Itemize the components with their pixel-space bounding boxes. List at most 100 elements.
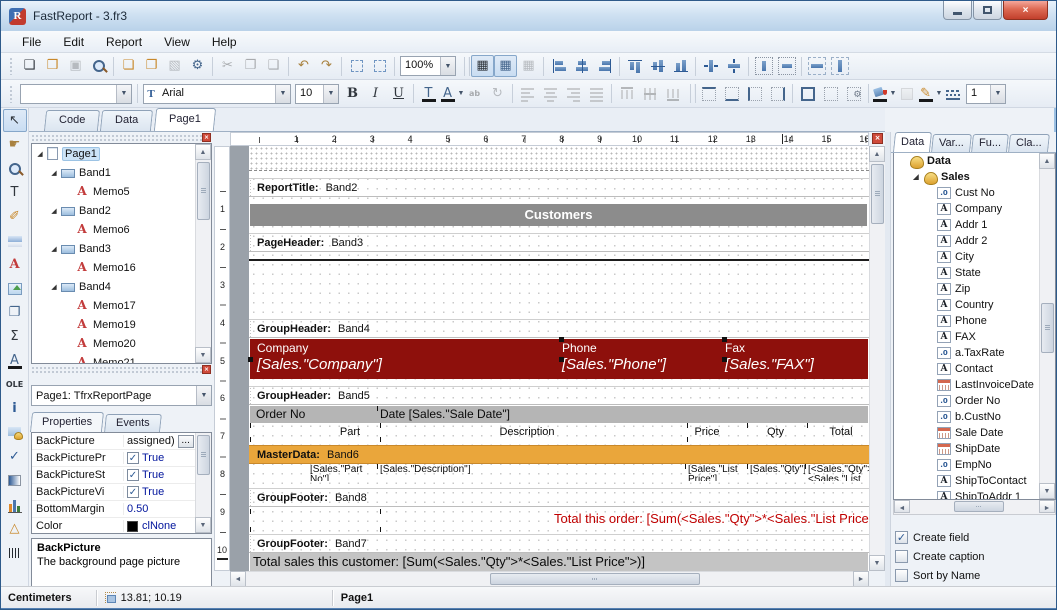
align-middles[interactable] [646,55,669,77]
line-width-select[interactable]: 1▼ [966,84,1006,104]
maximize-button[interactable] [973,1,1002,20]
tree-item-cust-no[interactable]: .0Cust No [894,185,1055,201]
menu-view[interactable]: View [153,32,201,52]
line-object[interactable] [249,259,869,261]
center-vertically-in-band[interactable] [775,55,798,77]
tree-item-addr-2[interactable]: AAddr 2 [894,233,1055,249]
data-tab-data[interactable]: Data [893,132,932,152]
tree-item-a-taxrate[interactable]: .0a.TaxRate [894,345,1055,361]
column-part-label[interactable]: Part [320,426,380,438]
design-vertical-scrollbar[interactable]: ▲ ▼ [869,146,885,571]
text-highlight[interactable]: A▼ [440,83,463,105]
tree-item-memo19[interactable]: AMemo19 [32,315,211,334]
shape-object[interactable]: △ [3,517,27,540]
menu-edit[interactable]: Edit [52,32,95,52]
scroll-thumb[interactable] [1041,303,1054,353]
align-centers[interactable] [570,55,593,77]
fill-color[interactable]: ▼ [872,83,895,105]
band-header-reporttitle[interactable]: ReportTitle: Band2 [249,178,869,197]
tree-item-order-no[interactable]: .0Order No [894,393,1055,409]
scroll-down-icon[interactable]: ▼ [869,555,885,571]
expand-icon[interactable]: ◢ [48,169,60,177]
richtext-object[interactable]: i [3,397,27,420]
data-tab-fu[interactable]: Fu... [971,134,1009,152]
tree-item-contact[interactable]: AContact [894,361,1055,377]
scroll-thumb[interactable] [954,501,1004,512]
new-report[interactable]: ❏ [18,55,41,77]
same-height[interactable] [828,55,851,77]
property-row-color[interactable]: ColorclNone [32,518,211,534]
checkbox-checked-icon[interactable]: ✓ [127,469,139,481]
tree-item-band1[interactable]: ◢Band1 [32,163,211,182]
tree-item-memo5[interactable]: AMemo5 [32,182,211,201]
panel-grip[interactable]: × [31,365,212,374]
frame-bottom[interactable] [720,83,743,105]
close-button[interactable]: × [1003,1,1048,20]
tree-item-lastinvoicedate[interactable]: LastInvoiceDate [894,377,1055,393]
property-row-backpicturest[interactable]: BackPictureSt✓True [32,467,211,484]
company-label-memo[interactable]: Company [257,341,308,355]
text-object[interactable]: A [3,253,27,276]
tree-item-company[interactable]: ACompany [894,201,1055,217]
band-header-groupfooter-customer[interactable]: GroupFooter: Band7 [249,534,869,553]
scroll-down-icon[interactable]: ▼ [1039,483,1055,499]
tab-code[interactable]: Code [44,110,101,131]
tree-item-sales[interactable]: ◢Sales [894,169,1055,185]
expand-icon[interactable]: ◢ [910,173,922,181]
frame-right[interactable] [766,83,789,105]
insert-band[interactable] [3,229,27,252]
ellipsis-button[interactable]: ... [178,435,194,448]
panel-close-icon[interactable]: × [202,365,211,374]
draw-object[interactable]: A [3,349,27,372]
data-tree-scrollbar[interactable]: ▲ ▼ [1039,153,1055,499]
tree-item-memo20[interactable]: AMemo20 [32,334,211,353]
band-header-groupheader-company[interactable]: GroupHeader: Band4 [249,319,869,338]
menu-help[interactable]: Help [201,32,248,52]
band-header-pageheader[interactable]: PageHeader: Band3 [249,233,869,252]
db-field-object[interactable] [3,421,27,444]
scroll-thumb[interactable] [490,573,700,585]
system-text-object[interactable]: Σ [3,325,27,348]
line-color[interactable]: ✎▼ [918,83,941,105]
property-row-backpicturevi[interactable]: BackPictureVi✓True [32,484,211,501]
chevron-down-icon[interactable]: ▼ [440,57,455,75]
tree-item-band4[interactable]: ◢Band4 [32,277,211,296]
preview-report[interactable] [87,55,110,77]
tree-item-b-custno[interactable]: .0b.CustNo [894,409,1055,425]
selection-handle[interactable] [559,357,564,362]
checkbox-object[interactable]: ✓ [3,445,27,468]
object-name-select[interactable]: ▼ [20,84,132,104]
text-edit-tool[interactable]: T [3,181,27,204]
data-tab-var[interactable]: Var... [931,134,972,152]
chevron-down-icon[interactable]: ▼ [275,85,290,103]
scroll-up-icon[interactable]: ▲ [195,144,211,160]
company-expr-memo[interactable]: [Sales."Company"] [257,356,382,373]
ungroup-objects[interactable] [368,55,391,77]
italic[interactable]: I [364,83,387,105]
scroll-up-icon[interactable]: ▲ [1039,153,1055,169]
frame-none[interactable] [819,83,842,105]
subreport-object[interactable]: ❐ [3,301,27,324]
price-expr-memo[interactable]: [Sales."List Price"] [688,465,746,481]
checkbox-unchecked-icon[interactable] [895,550,908,563]
option-sort-by-name[interactable]: Sort by Name [895,566,1054,585]
report-tree-scrollbar[interactable]: ▲ ▼ [195,144,211,363]
tree-item-state[interactable]: AState [894,265,1055,281]
property-row-backpicture[interactable]: BackPictureassigned)... [32,433,211,450]
font-name-select[interactable]: TArial▼ [143,84,291,104]
undo[interactable]: ↶ [292,55,315,77]
zoom-select[interactable]: 100%▼ [400,56,456,76]
new-dialog-page[interactable]: ❐ [140,55,163,77]
band-header-masterdata[interactable]: MasterData: Band6 [249,445,869,464]
format-painter[interactable]: ✐ [3,205,27,228]
tree-item-sale-date[interactable]: Sale Date [894,425,1055,441]
qty-expr-memo[interactable]: [Sales."Qty"] [750,465,805,481]
selected-object-combo[interactable]: Page1: TfrxReportPage ▼ [31,385,212,406]
tree-item-page1[interactable]: ◢Page1 [32,144,211,163]
design-horizontal-scrollbar[interactable]: ◄ ► [230,571,869,586]
page-settings[interactable]: ⚙ [186,55,209,77]
menu-file[interactable]: File [11,32,52,52]
close-band-structure-icon[interactable]: × [872,133,883,144]
option-create-field[interactable]: ✓Create field [895,528,1054,547]
inspector-tab-properties[interactable]: Properties [30,412,104,432]
